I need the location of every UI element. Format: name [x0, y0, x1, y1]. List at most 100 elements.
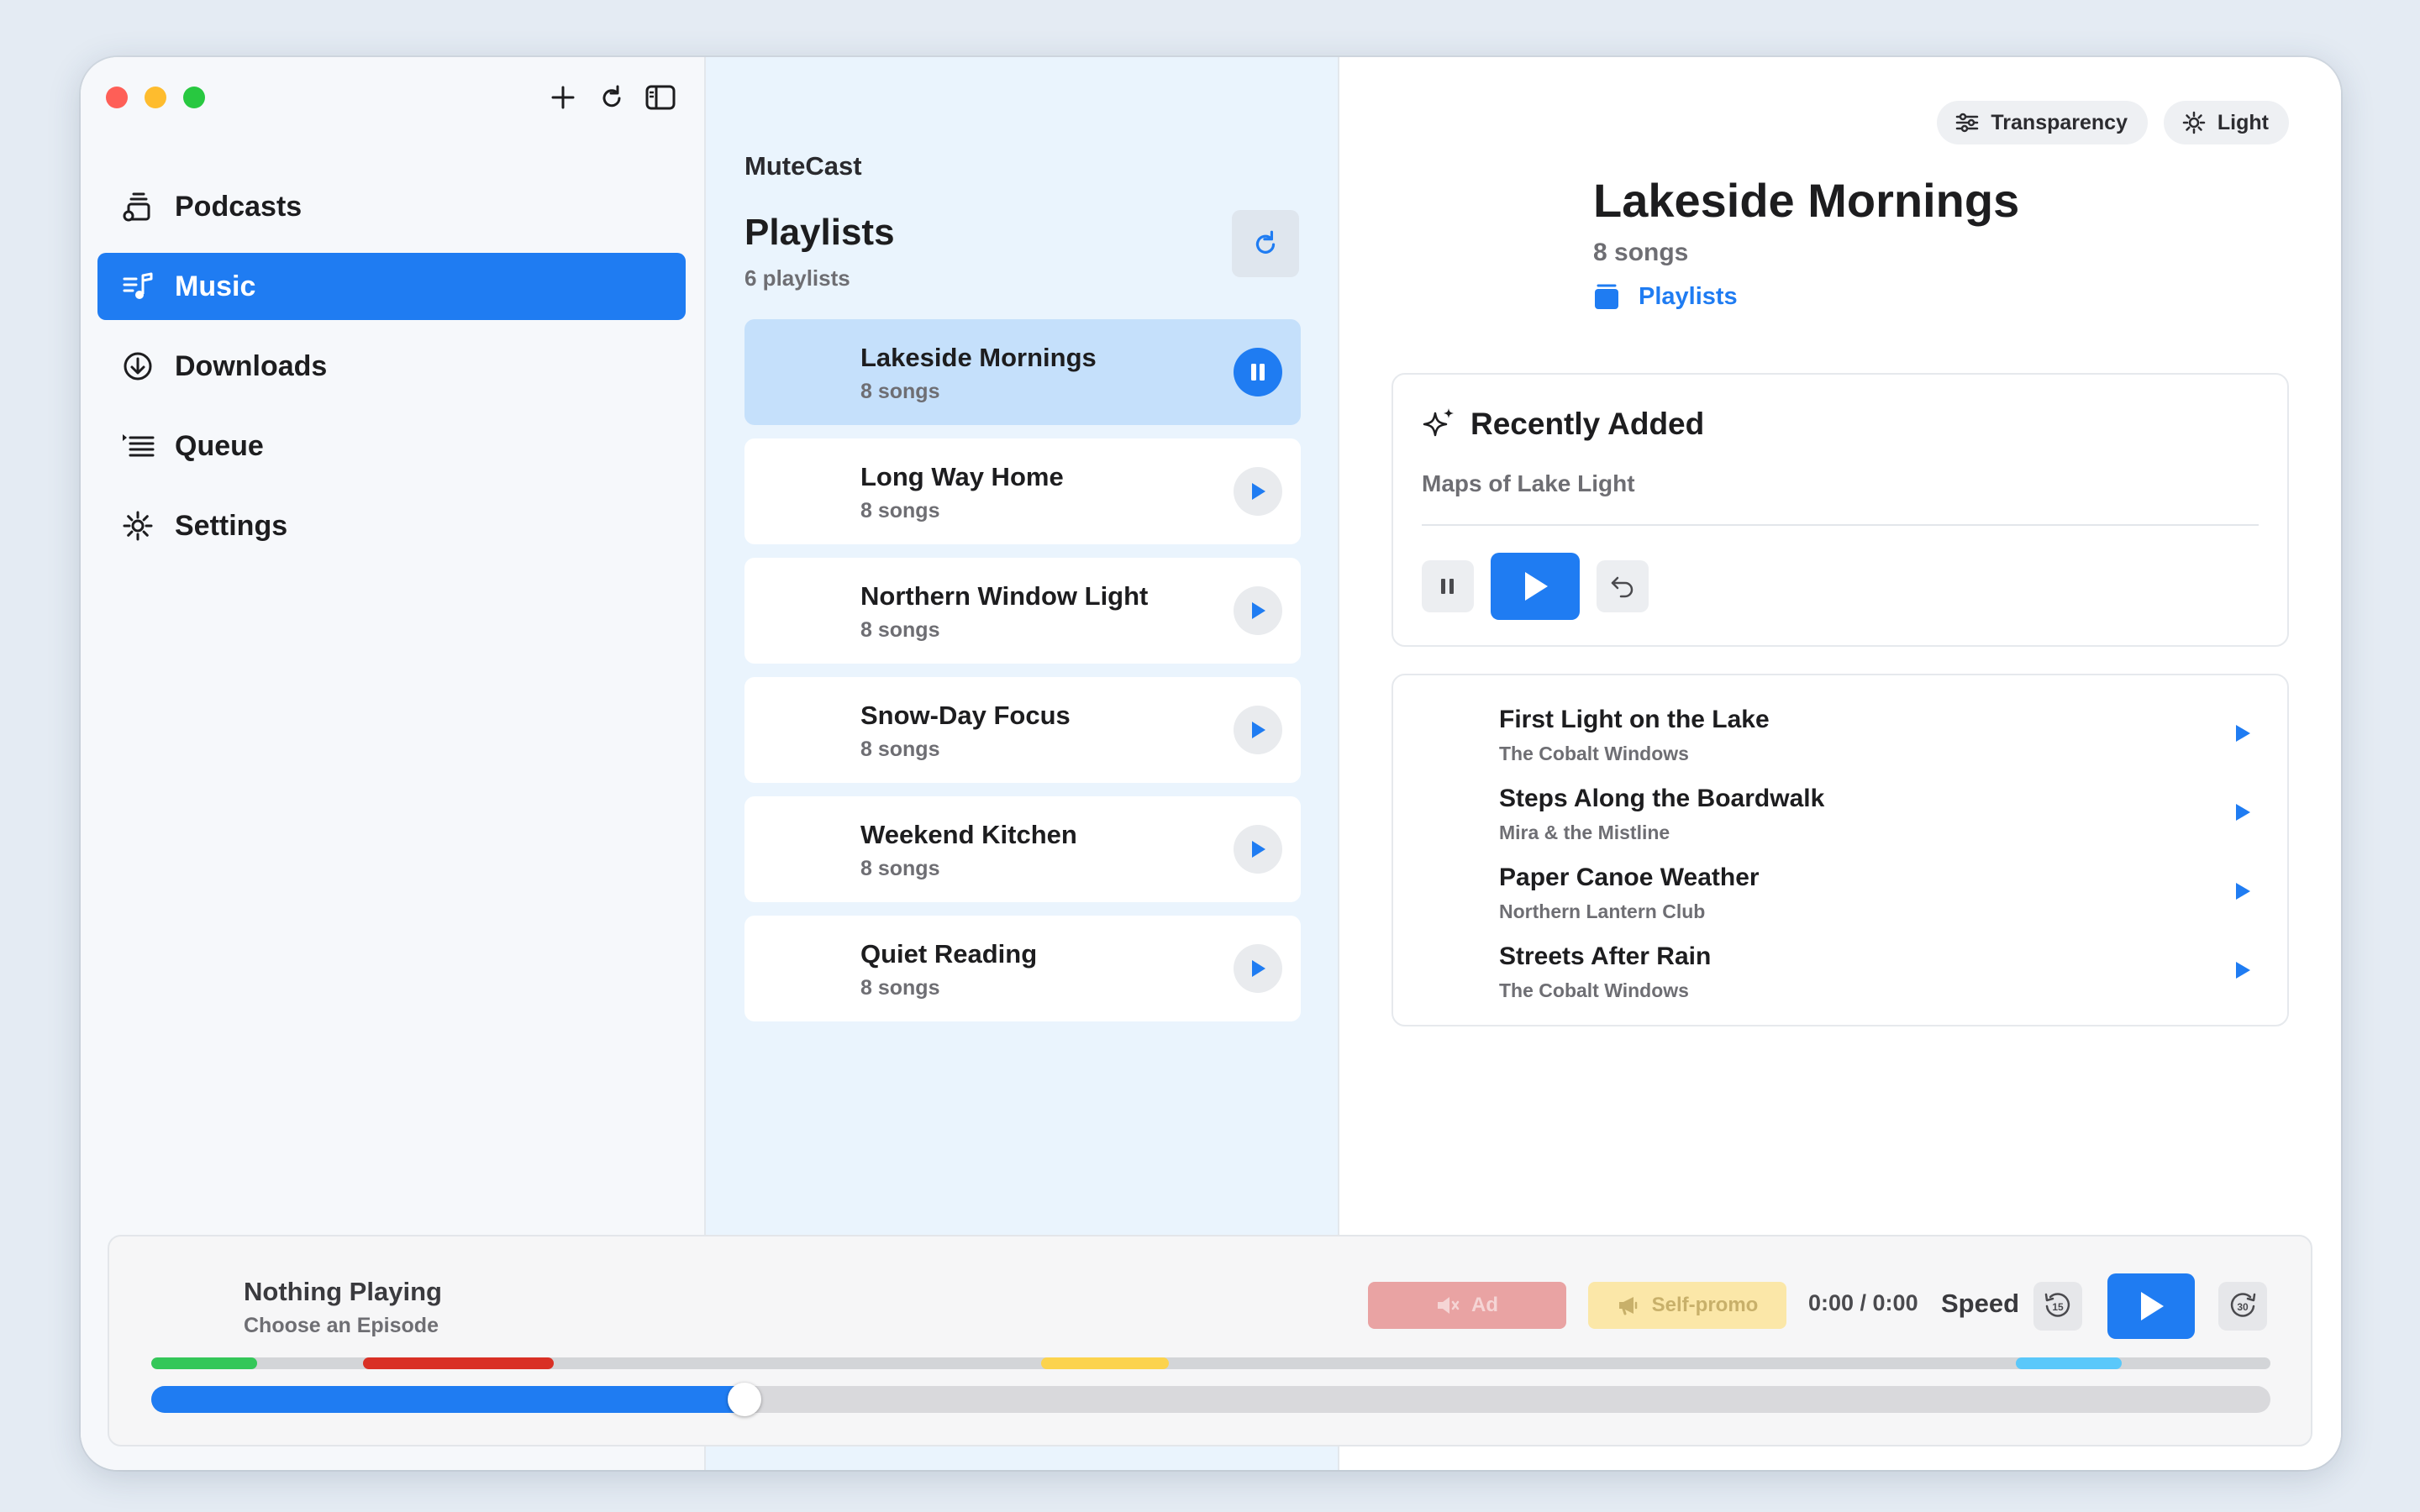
skip-forward-30-button[interactable]: 30 [2218, 1282, 2267, 1331]
playlist-name: Lakeside Mornings [860, 343, 1097, 372]
pause-icon [1441, 579, 1454, 594]
sliders-icon [1955, 113, 1979, 133]
now-playing-title: Nothing Playing [244, 1277, 442, 1306]
playlist-title: Lakeside Mornings [1593, 174, 2020, 227]
sidebar-item-label: Settings [175, 509, 288, 542]
pause-button[interactable] [1234, 348, 1282, 396]
playlist-list: Lakeside Mornings 8 songs Long Way Home … [744, 319, 1301, 1035]
playlist-song-count: 8 songs [860, 499, 940, 522]
speaker-muted-icon [1436, 1295, 1460, 1315]
sidebar-item-settings[interactable]: Settings [97, 492, 686, 559]
pause-button[interactable] [1422, 560, 1474, 612]
page-title: Playlists [744, 212, 895, 253]
sidebar-item-podcasts[interactable]: Podcasts [97, 173, 686, 240]
sidebar-item-label: Downloads [175, 349, 328, 382]
play-button[interactable] [1234, 944, 1282, 993]
download-circle-icon [121, 349, 155, 383]
track-list-card: First Light on the Lake The Cobalt Windo… [1392, 674, 2289, 1026]
playlist-name: Northern Window Light [860, 581, 1149, 611]
sidebar-item-downloads[interactable]: Downloads [97, 333, 686, 400]
playlist-name: Long Way Home [860, 462, 1064, 491]
refresh-playlists-button[interactable] [1232, 210, 1299, 277]
track-artist: The Cobalt Windows [1499, 743, 1689, 764]
playlist-song-count: 8 songs [860, 857, 940, 880]
sparkles-icon [1422, 407, 1455, 442]
sidebar-item-music[interactable]: Music [97, 253, 686, 320]
play-icon[interactable] [2233, 959, 2252, 985]
playlist-name: Weekend Kitchen [860, 820, 1077, 849]
play-icon [1252, 841, 1265, 858]
playlist-row[interactable]: Lakeside Mornings 8 songs [744, 319, 1301, 425]
track-row[interactable]: Streets After Rain The Cobalt Windows [1499, 942, 2262, 1010]
segment-marker-green [151, 1357, 258, 1369]
divider [1422, 524, 2259, 526]
play-icon [1252, 483, 1265, 500]
sidebar-item-queue[interactable]: Queue [97, 412, 686, 480]
playlist-row[interactable]: Quiet Reading 8 songs [744, 916, 1301, 1021]
close-window-button[interactable] [106, 87, 128, 108]
progress-knob[interactable] [728, 1383, 762, 1416]
refresh-icon[interactable] [597, 82, 627, 113]
app-name: MuteCast [744, 151, 862, 181]
now-playing-subtitle: Choose an Episode [244, 1314, 439, 1337]
track-artist: Northern Lantern Club [1499, 900, 1706, 922]
transparency-toggle[interactable]: Transparency [1937, 101, 2148, 144]
playlist-row[interactable]: Northern Window Light 8 songs [744, 558, 1301, 664]
skip-back-15-button[interactable]: 15 [2033, 1282, 2082, 1331]
track-row[interactable]: Steps Along the Boardwalk Mira & the Mis… [1499, 785, 2262, 852]
minimize-window-button[interactable] [145, 87, 166, 108]
sidebar-toggle-icon[interactable] [645, 82, 676, 113]
skip-ad-button[interactable]: Ad [1368, 1282, 1566, 1329]
theme-toggle[interactable]: Light [2163, 101, 2289, 144]
play-button[interactable] [1234, 467, 1282, 516]
stack-icon [1593, 282, 1620, 311]
play-icon[interactable] [2233, 801, 2252, 827]
recently-added-heading: Recently Added [1422, 407, 1704, 442]
sun-icon [2182, 111, 2206, 134]
recently-added-card: Recently Added Maps of Lake Light [1392, 373, 2289, 647]
sidebar-nav: Podcasts Music Downloads Queue Settings [97, 173, 686, 572]
recently-added-controls [1422, 553, 1649, 620]
play-icon [2141, 1292, 2164, 1320]
recently-added-title: Recently Added [1470, 407, 1705, 441]
playlists-link[interactable]: Playlists [1593, 282, 1738, 311]
sidebar-item-label: Music [175, 270, 256, 302]
speed-button[interactable]: Speed [1941, 1289, 2019, 1319]
play-button[interactable] [1491, 553, 1580, 620]
playlist-name: Snow-Day Focus [860, 701, 1071, 730]
playlist-song-count: 8 songs [860, 976, 940, 1000]
undo-button[interactable] [1597, 560, 1649, 612]
theme-label: Light [2217, 110, 2269, 134]
track-row[interactable]: First Light on the Lake The Cobalt Windo… [1499, 706, 2262, 773]
playback-time: 0:00 / 0:00 [1808, 1290, 1918, 1315]
megaphone-icon [1617, 1295, 1640, 1315]
main-play-button[interactable] [2107, 1273, 2195, 1339]
track-row[interactable]: Paper Canoe Weather Northern Lantern Clu… [1499, 864, 2262, 931]
playlist-row[interactable]: Weekend Kitchen 8 songs [744, 796, 1301, 902]
segment-marker-red [363, 1357, 555, 1369]
skip-forward-amount: 30 [2237, 1301, 2249, 1313]
play-button[interactable] [1234, 825, 1282, 874]
play-icon [1252, 722, 1265, 738]
skip-self-promo-button[interactable]: Self-promo [1588, 1282, 1786, 1329]
segment-marker-yellow [1041, 1357, 1169, 1369]
skip-back-amount: 15 [2052, 1301, 2064, 1313]
playlist-song-count: 8 songs [860, 738, 940, 761]
play-icon[interactable] [2233, 880, 2252, 906]
music-note-icon [121, 270, 155, 303]
play-button[interactable] [1234, 586, 1282, 635]
segment-markers-bar [151, 1357, 2270, 1369]
playlist-row[interactable]: Long Way Home 8 songs [744, 438, 1301, 544]
zoom-window-button[interactable] [183, 87, 205, 108]
now-playing-bar: Nothing Playing Choose an Episode Ad Sel… [108, 1235, 2312, 1446]
undo-icon [1611, 576, 1634, 598]
queue-list-icon [121, 429, 155, 463]
playlist-row[interactable]: Snow-Day Focus 8 songs [744, 677, 1301, 783]
playlist-song-count: 8 songs [1593, 239, 1689, 266]
play-button[interactable] [1234, 706, 1282, 754]
sidebar-item-label: Queue [175, 429, 264, 462]
sidebar-item-label: Podcasts [175, 190, 302, 223]
playback-progress[interactable] [151, 1383, 2270, 1416]
plus-icon[interactable] [548, 82, 578, 113]
play-icon[interactable] [2233, 722, 2252, 748]
